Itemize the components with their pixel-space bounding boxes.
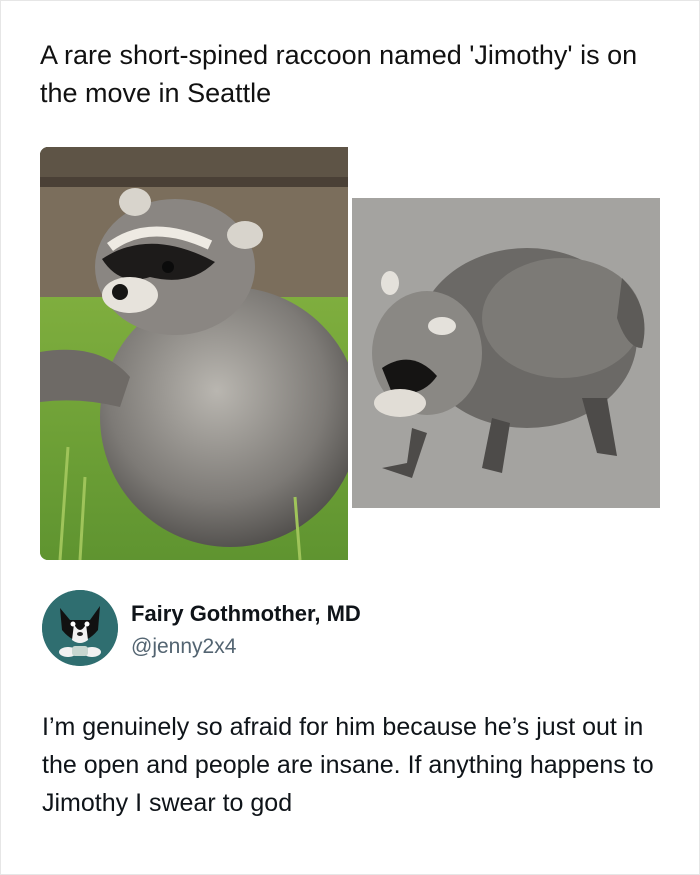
raccoon-sitting-illustration xyxy=(40,147,348,560)
post-headline: A rare short-spined raccoon named 'Jimot… xyxy=(40,40,638,108)
tweet-text: I’m genuinely so afraid for him because … xyxy=(42,713,654,817)
author-name[interactable]: Fairy Gothmother, MD xyxy=(131,601,361,627)
raccoon-sitting-photo[interactable] xyxy=(40,147,348,560)
raccoon-walking-illustration xyxy=(352,198,660,508)
dog-avatar-icon[interactable] xyxy=(42,590,118,666)
author-handle[interactable]: @jenny2x4 xyxy=(131,635,236,659)
avatar-illustration xyxy=(42,590,118,666)
raccoon-walking-photo[interactable] xyxy=(352,198,660,508)
